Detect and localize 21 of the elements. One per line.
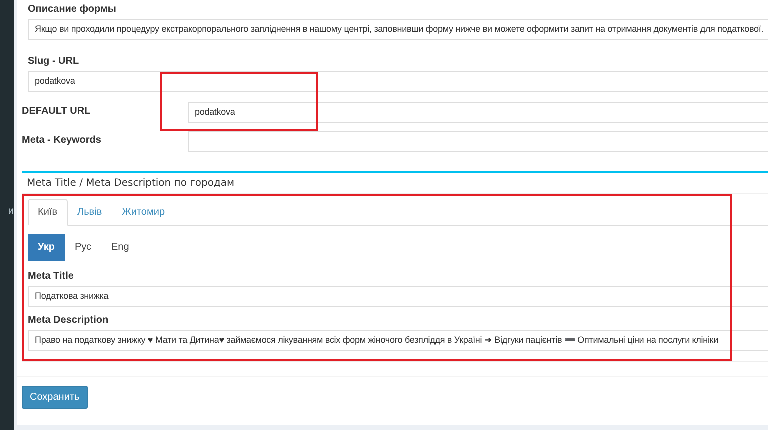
field-label: Slug - URL	[28, 55, 80, 69]
slug-field[interactable]: podatkova	[28, 71, 768, 92]
url-field[interactable]: podatkova	[188, 102, 768, 123]
field-label: DEFAULT URL	[22, 105, 92, 119]
city-tab[interactable]: Київ	[28, 199, 68, 226]
city-tab[interactable]: Львів	[68, 199, 112, 226]
sidebar-item[interactable]: и	[8, 206, 14, 216]
meta-title-field[interactable]: Податкова знижка	[28, 286, 768, 307]
meta-description-field[interactable]: Право на податкову знижку ♥ Мати та Дитина♥ займаємося лікуванням всіх форм жіночого безпліддя в Україні ➔ Відгуки пацієнтів ➖ Оптимальні ціни на послуги клініки	[28, 330, 768, 351]
description-field[interactable]: Якщо ви проходили процедуру екстракорпорального запліднення в нашому центрі, заповнивши форму нижче ви можете оформити запит на отримання документів для податкової.	[28, 19, 768, 40]
field-label: Meta Description	[28, 314, 110, 328]
keywords-field[interactable]	[188, 131, 768, 152]
language-tab[interactable]: Eng	[102, 234, 140, 261]
language-tab[interactable]: Укр	[28, 234, 65, 261]
field-label: Описание формы	[28, 3, 118, 17]
save-button[interactable]: Сохранить	[22, 386, 88, 409]
language-tab[interactable]: Рус	[64, 234, 102, 261]
section-title: Meta Title / Meta Description по городам	[22, 173, 768, 194]
field-label: Meta Title	[28, 270, 75, 284]
field-label: Meta - Keywords	[22, 134, 102, 148]
city-tab[interactable]: Житомир	[112, 199, 176, 226]
